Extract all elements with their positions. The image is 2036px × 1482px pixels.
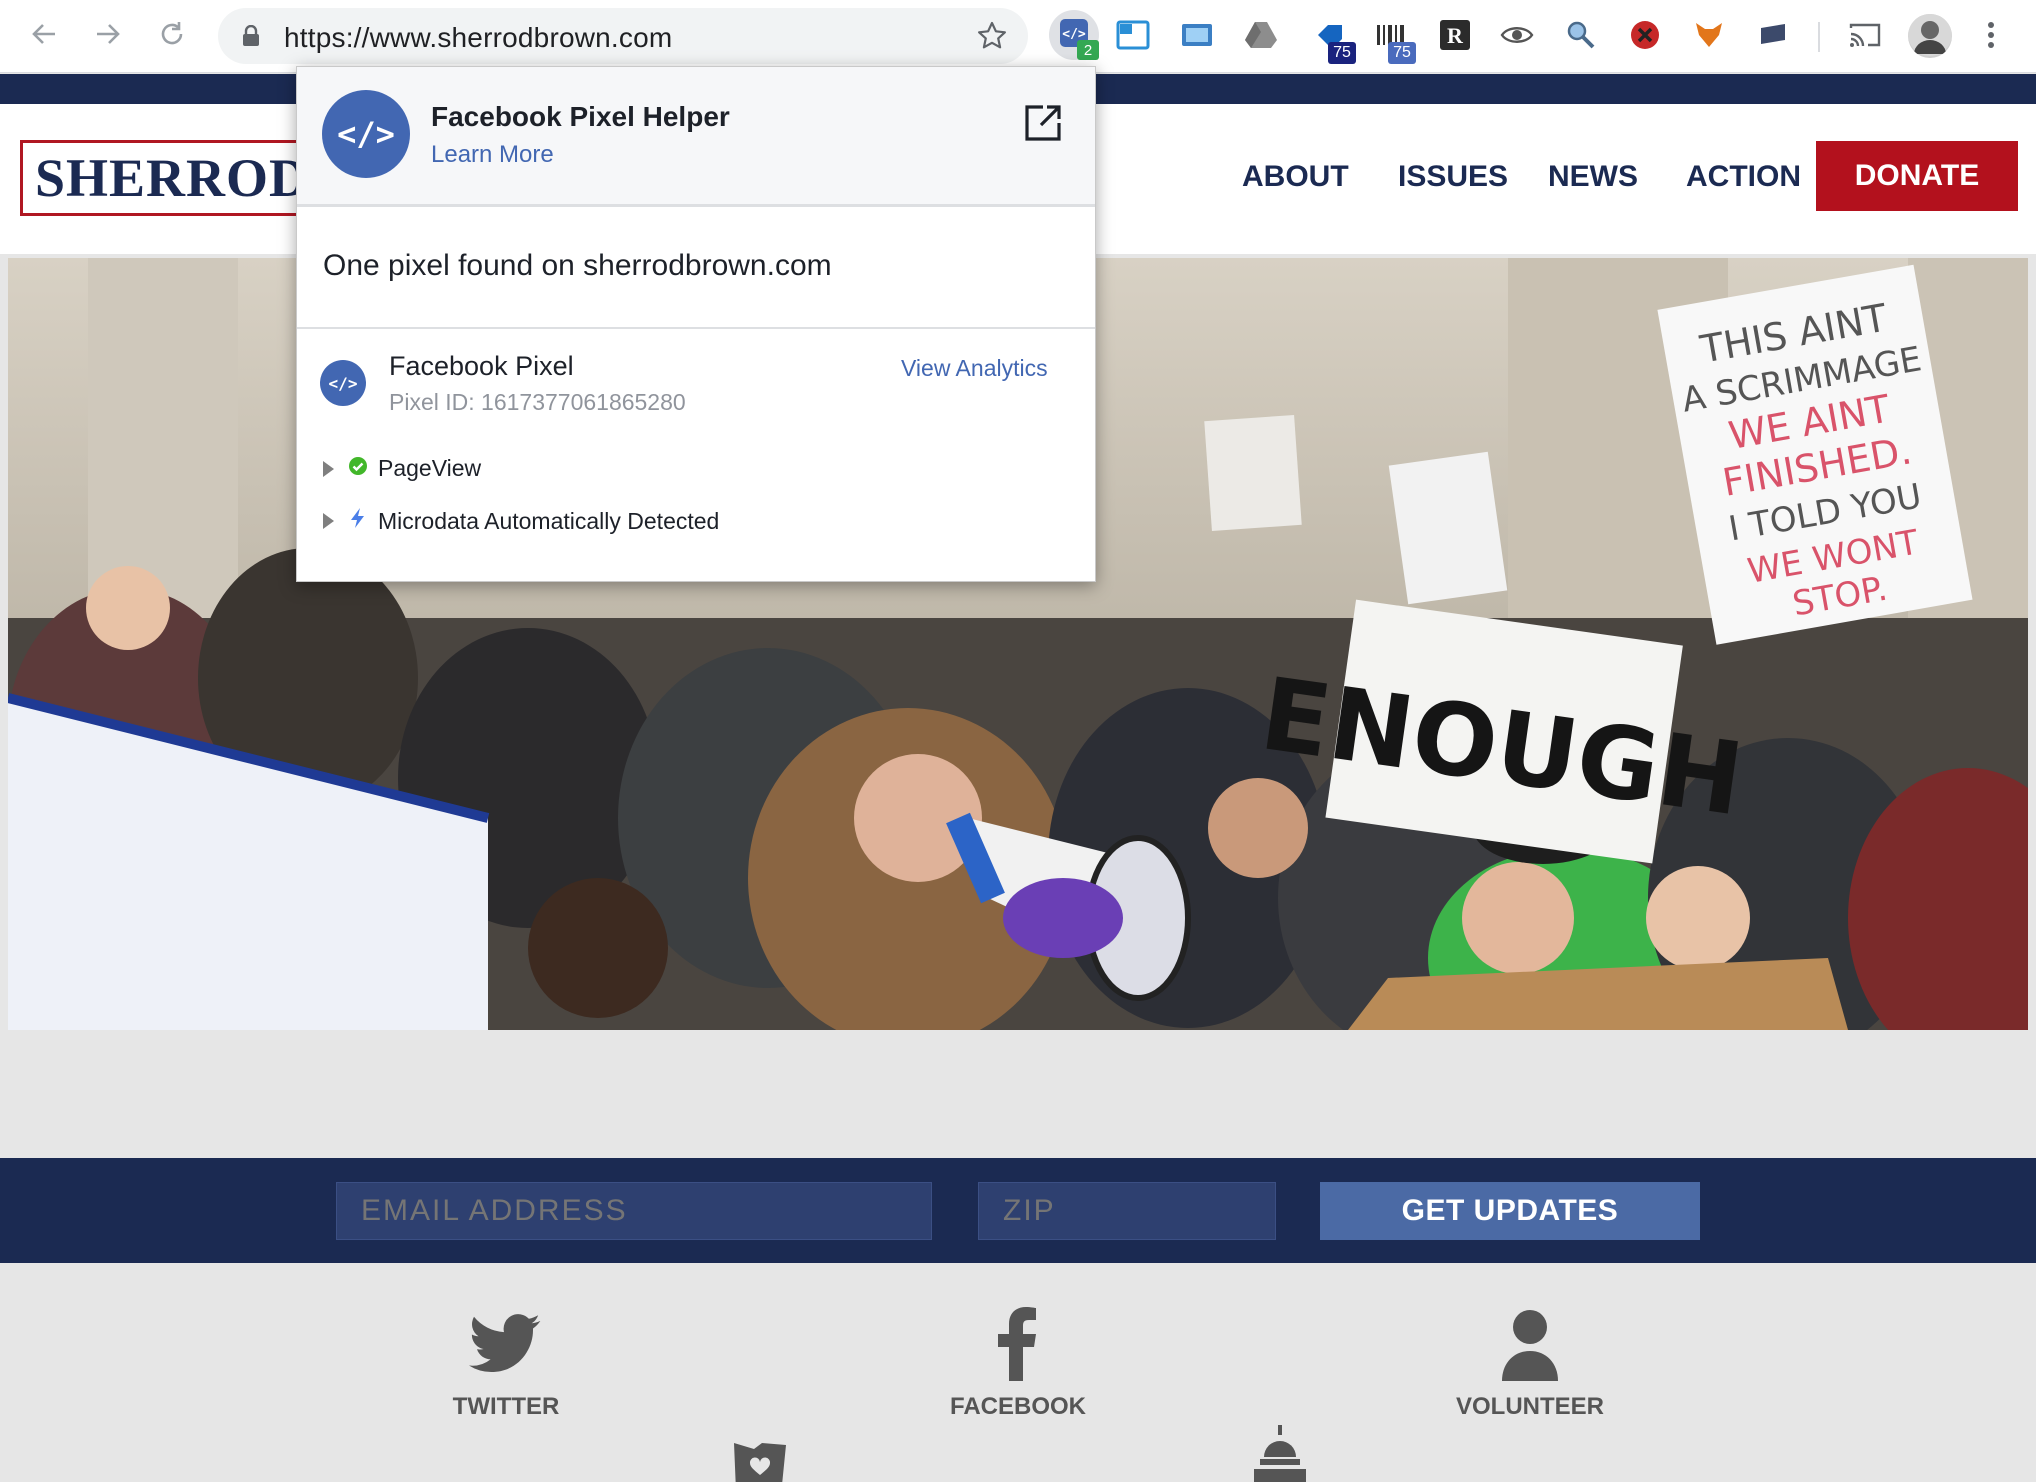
drive-icon (1244, 20, 1278, 55)
event-label: PageView (378, 455, 482, 481)
ohio-link[interactable] (730, 1439, 790, 1482)
svg-text:</>: </> (329, 374, 358, 393)
arrow-right-icon (93, 19, 123, 54)
avatar-icon (1908, 14, 1952, 58)
bookmark-star-icon[interactable] (976, 20, 1008, 57)
svg-text:</>: </> (337, 115, 395, 153)
twitter-label[interactable]: TWITTER (396, 1393, 616, 1421)
browser-toolbar: https://www.sherrodbrown.com </> 2 75 75… (0, 0, 2036, 73)
pixel-helper-logo-icon: </> (321, 89, 411, 184)
lightning-icon (348, 507, 368, 535)
screenshot-extension[interactable] (1178, 18, 1216, 56)
screenshot-icon (1180, 20, 1214, 55)
nav-news[interactable]: NEWS (1548, 160, 1638, 194)
event-row-microdata[interactable]: Microdata Automatically Detected (323, 507, 719, 535)
back-button[interactable] (22, 14, 66, 58)
drive-extension[interactable] (1242, 18, 1280, 56)
get-updates-button[interactable]: GET UPDATES (1320, 1182, 1700, 1240)
flag-icon (1758, 22, 1788, 53)
zip-input[interactable] (978, 1182, 1276, 1240)
volunteer-label[interactable]: VOLUNTEER (1420, 1393, 1640, 1421)
check-circle-icon (348, 455, 368, 482)
email-input[interactable] (336, 1182, 932, 1240)
facebook-link[interactable] (978, 1303, 1058, 1383)
popup-title: Facebook Pixel Helper (431, 101, 730, 132)
site-logo[interactable]: SHERROD (20, 140, 320, 216)
extension-badge: 75 (1388, 42, 1416, 64)
facebook-icon (978, 1307, 1058, 1387)
profile-avatar[interactable] (1908, 14, 1952, 58)
blocker-extension[interactable] (1626, 18, 1664, 56)
readability-icon: R (1439, 19, 1471, 56)
expand-triangle-icon[interactable] (323, 460, 334, 477)
eye-icon (1500, 24, 1534, 51)
popup-divider (297, 327, 1095, 329)
reload-button[interactable] (150, 14, 194, 58)
lock-icon[interactable] (242, 24, 260, 52)
blocker-icon (1629, 19, 1661, 56)
window-icon (1116, 20, 1150, 55)
person-icon (1490, 1310, 1570, 1387)
window-extension[interactable] (1114, 18, 1152, 56)
extension-badge: 2 (1077, 40, 1099, 60)
pixel-name: Facebook Pixel (389, 351, 574, 381)
social-section: TWITTER FACEBOOK VOLUNTEER (0, 1263, 2036, 1482)
pixel-summary: One pixel found on sherrodbrown.com (323, 249, 832, 282)
facebook-label[interactable]: FACEBOOK (908, 1393, 1128, 1421)
tag-extension[interactable]: 75 (1312, 18, 1356, 64)
spacer-band (0, 1036, 2036, 1158)
fox-extension[interactable] (1690, 18, 1728, 56)
logo-text: SHERROD (35, 148, 310, 208)
popup-header: </> Facebook Pixel Helper Learn More (297, 67, 1095, 207)
eye-extension[interactable] (1498, 18, 1536, 56)
flag-extension[interactable] (1754, 18, 1792, 56)
view-analytics-link[interactable]: View Analytics (901, 355, 1048, 382)
cast-icon (1849, 22, 1881, 53)
donate-button[interactable]: DONATE (1816, 141, 2018, 211)
reload-icon (156, 18, 188, 55)
event-row-pageview[interactable]: PageView (323, 455, 481, 482)
barcode-extension[interactable]: 75 (1372, 18, 1416, 64)
arrow-left-icon (29, 19, 59, 54)
signup-bar: GET UPDATES (0, 1158, 2036, 1263)
nav-action[interactable]: ACTION (1686, 160, 1801, 194)
magnifier-icon (1565, 19, 1597, 56)
cast-button[interactable] (1846, 18, 1884, 56)
open-external-icon[interactable] (1023, 103, 1063, 148)
nav-about[interactable]: ABOUT (1242, 160, 1349, 194)
more-vertical-icon (1987, 21, 1995, 54)
fox-icon (1694, 21, 1724, 54)
event-label: Microdata Automatically Detected (378, 507, 720, 534)
nav-issues[interactable]: ISSUES (1398, 160, 1508, 194)
twitter-link[interactable] (466, 1303, 546, 1383)
forward-button[interactable] (86, 14, 130, 58)
magnifier-extension[interactable] (1562, 18, 1600, 56)
extension-badge: 75 (1328, 42, 1356, 64)
pixel-id: Pixel ID: 1617377061865280 (389, 389, 686, 415)
learn-more-link[interactable]: Learn More (431, 141, 554, 169)
pixel-helper-popup: </> Facebook Pixel Helper Learn More One… (296, 66, 1096, 582)
expand-triangle-icon[interactable] (323, 513, 334, 529)
twitter-icon (466, 1314, 546, 1387)
address-bar[interactable]: https://www.sherrodbrown.com (218, 8, 1028, 64)
volunteer-link[interactable] (1490, 1303, 1570, 1383)
pixel-helper-extension[interactable]: </> 2 (1049, 10, 1099, 60)
pixel-item-icon: </> (319, 359, 367, 412)
readability-extension[interactable]: R (1436, 18, 1474, 56)
toolbar-divider (1818, 22, 1820, 52)
url-text[interactable]: https://www.sherrodbrown.com (284, 22, 672, 54)
menu-button[interactable] (1972, 18, 2010, 56)
svg-text:R: R (1447, 23, 1464, 48)
capitol-link[interactable] (1250, 1425, 1310, 1482)
